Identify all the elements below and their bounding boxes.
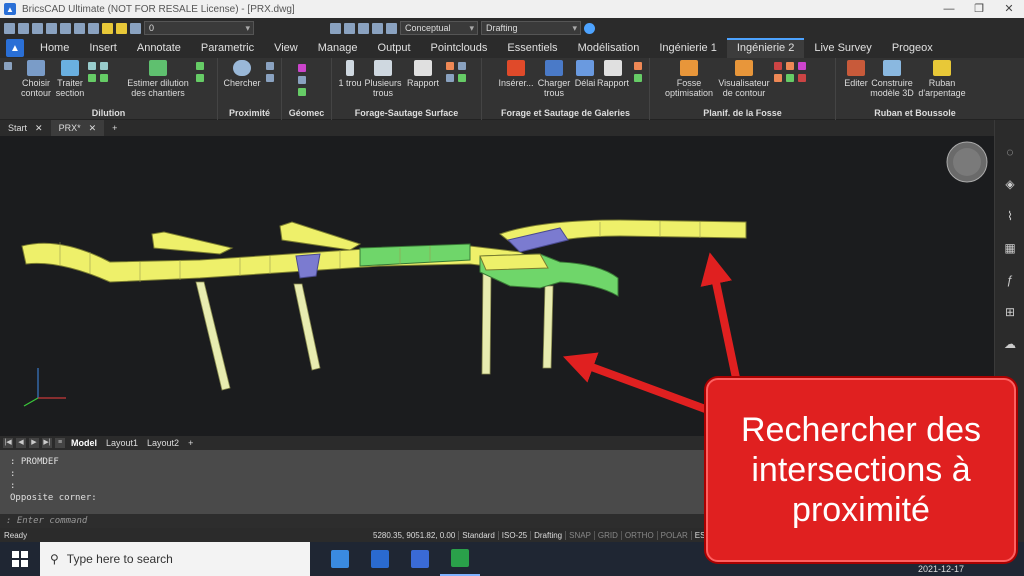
arrow-to-upper-drift	[700, 252, 740, 379]
arrow-to-raise	[562, 352, 710, 414]
intersection-callout: Rechercher des intersections à proximité	[706, 378, 1016, 562]
callout-text: Rechercher des intersections à proximité	[740, 411, 981, 529]
